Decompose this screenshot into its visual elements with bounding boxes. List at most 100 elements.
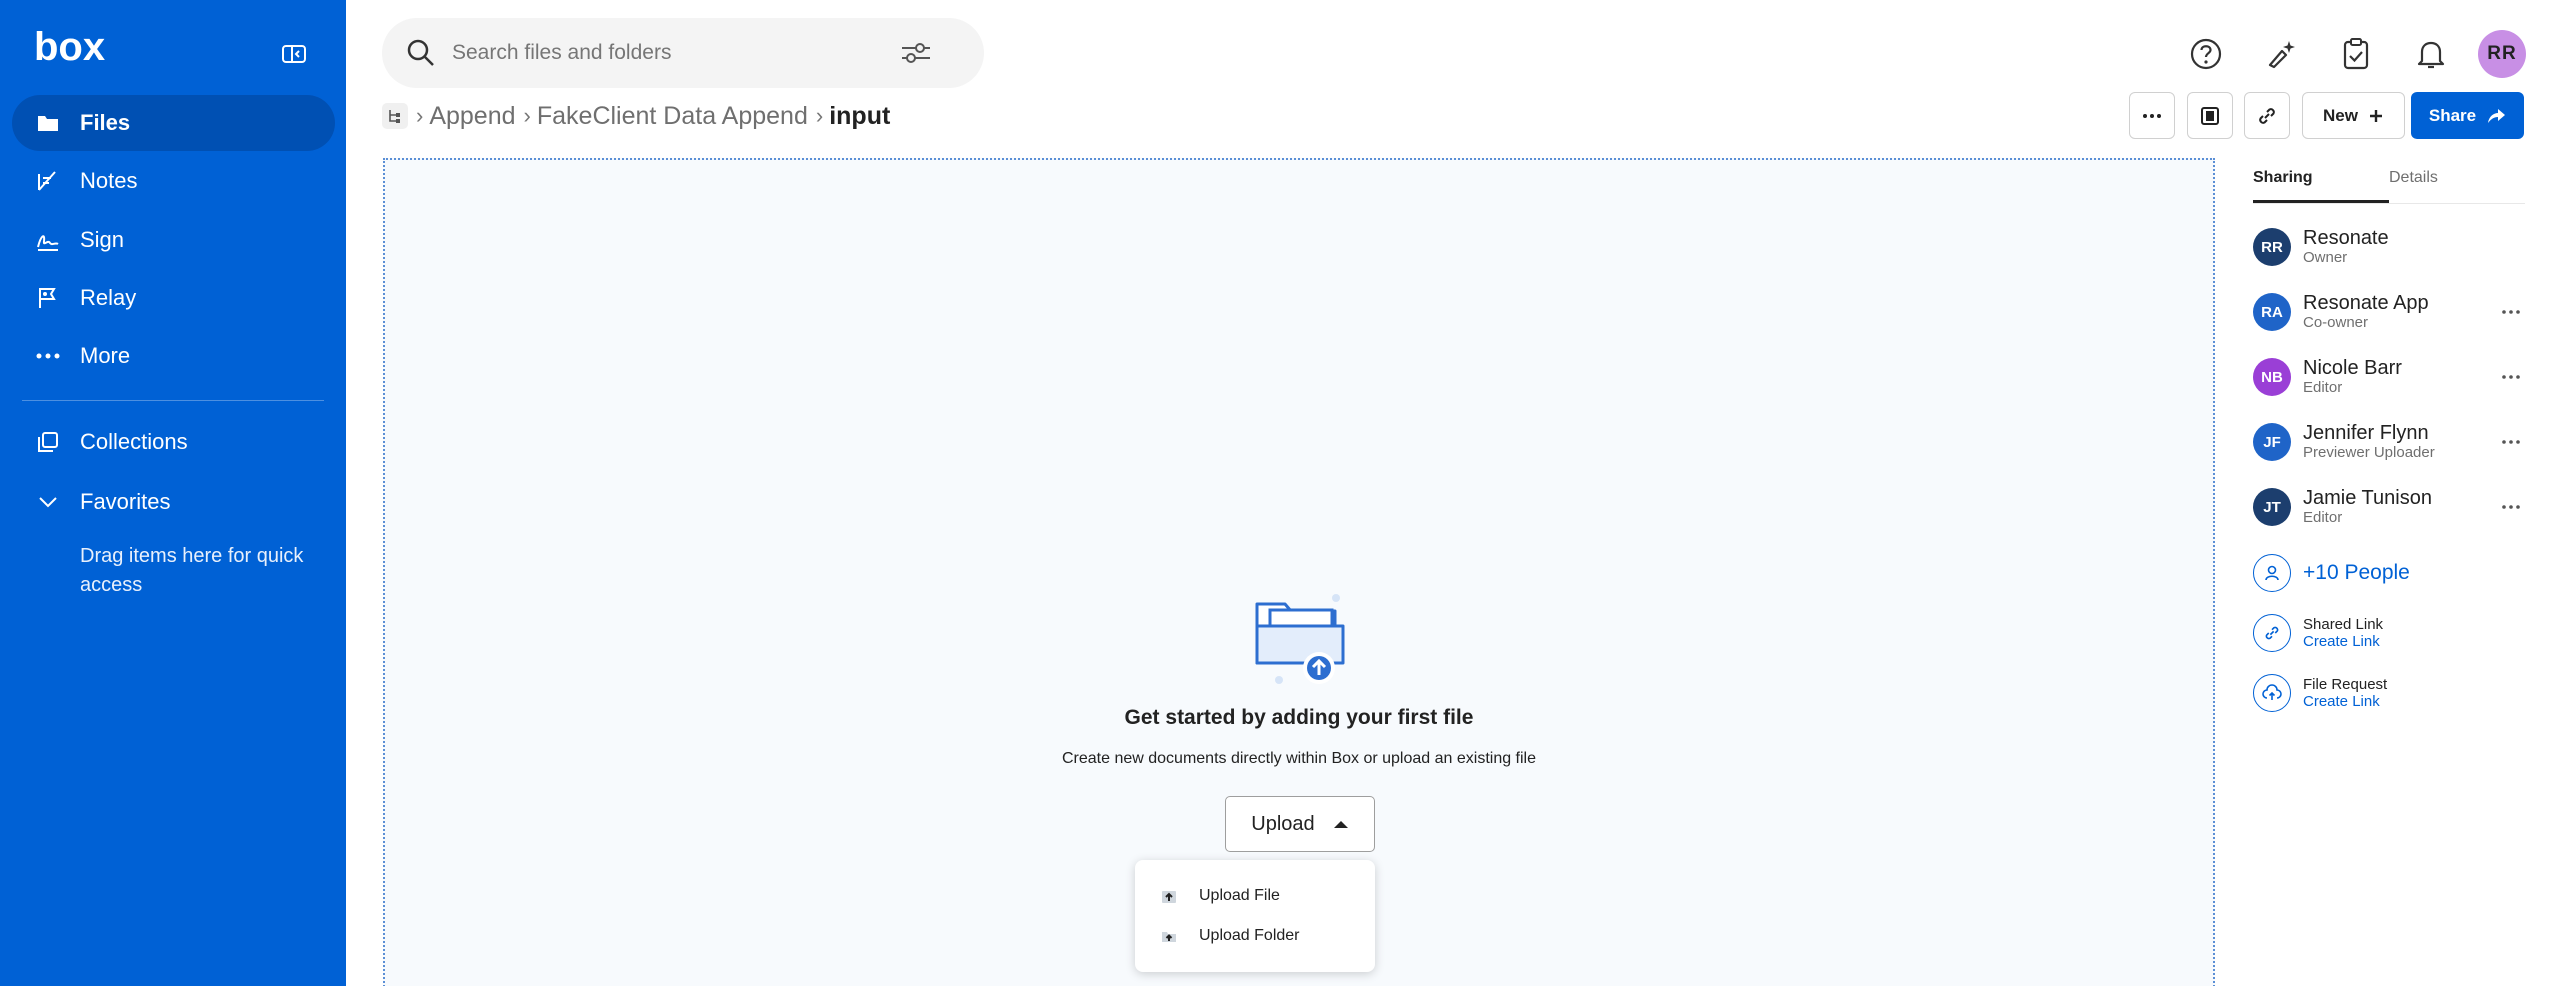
- breadcrumb-item-fakeclient[interactable]: FakeClient Data Append: [537, 102, 808, 131]
- collaborator-more-icon[interactable]: [2497, 302, 2525, 322]
- sidebar-item-collections[interactable]: Collections: [12, 414, 335, 470]
- chevron-down-icon: [34, 488, 62, 516]
- breadcrumb-current: input: [829, 101, 891, 130]
- cloud-upload-icon: [2253, 674, 2291, 712]
- more-people-row[interactable]: +10 People: [2253, 548, 2525, 598]
- collaborator-name: Resonate App: [2303, 292, 2429, 314]
- avatar: RR: [2253, 228, 2291, 266]
- favorites-hint: Drag items here for quick access: [80, 545, 304, 596]
- person-icon: [2253, 554, 2291, 592]
- notifications-bell-icon[interactable]: [2411, 34, 2451, 74]
- more-icon: [34, 342, 62, 370]
- collaborator-role: Co-owner: [2303, 314, 2369, 331]
- breadcrumb-item-append[interactable]: Append: [429, 102, 515, 131]
- collaborator-info: Jamie Tunison Editor: [2303, 487, 2497, 527]
- new-button-label: New: [2323, 105, 2358, 125]
- avatar: JT: [2253, 488, 2291, 526]
- caret-up-icon: [1333, 821, 1348, 828]
- avatar: JF: [2253, 423, 2291, 461]
- file-request-create[interactable]: Create Link: [2303, 693, 2525, 710]
- sidebar-item-more[interactable]: More: [12, 328, 335, 384]
- collaborator-row[interactable]: RR Resonate Owner: [2253, 222, 2525, 272]
- upload-folder-icon: [1161, 928, 1177, 944]
- chevron-right-icon: ›: [416, 103, 424, 128]
- chevron-right-icon: ›: [815, 103, 824, 128]
- empty-state-title: Get started by adding your first file: [1124, 706, 1474, 729]
- collaborator-info: Nicole Barr Editor: [2303, 357, 2497, 397]
- tab-details[interactable]: Details: [2389, 158, 2438, 203]
- collaborator-row[interactable]: JF Jennifer Flynn Previewer Uploader: [2253, 417, 2525, 467]
- sidebar: box Files Notes Sign Relay More Collecti…: [0, 0, 346, 986]
- collaborator-more-icon[interactable]: [2497, 497, 2525, 517]
- user-avatar[interactable]: RR: [2478, 30, 2526, 78]
- collaborator-more-icon[interactable]: [2497, 432, 2525, 452]
- more-people-link[interactable]: +10 People: [2303, 561, 2410, 585]
- collaborator-role: Owner: [2303, 249, 2348, 266]
- upload-dropdown-menu: Upload File Upload Folder: [1135, 860, 1375, 972]
- more-options-button[interactable]: [2129, 92, 2175, 139]
- shared-link-info: Shared Link Create Link: [2303, 616, 2525, 650]
- tab-sharing[interactable]: Sharing: [2253, 158, 2389, 203]
- filter-icon[interactable]: [900, 40, 932, 66]
- collaborator-row[interactable]: RA Resonate App Co-owner: [2253, 287, 2525, 337]
- search-icon: [407, 39, 434, 66]
- collections-add-button[interactable]: [2187, 92, 2233, 139]
- shared-link-row[interactable]: Shared Link Create Link: [2253, 608, 2525, 658]
- tasks-icon[interactable]: [2336, 34, 2376, 74]
- sidebar-item-label: Favorites: [80, 489, 171, 514]
- search-input[interactable]: [452, 41, 892, 65]
- sidebar-item-favorites[interactable]: Favorites: [12, 474, 335, 530]
- folder-tree-icon[interactable]: [382, 103, 408, 129]
- notes-icon: [34, 167, 62, 195]
- sidebar-item-files[interactable]: Files: [12, 95, 335, 151]
- collaborator-name: Resonate: [2303, 227, 2389, 249]
- share-button-label: Share: [2428, 105, 2477, 125]
- file-request-title: File Request: [2303, 676, 2388, 693]
- menu-item-upload-folder[interactable]: Upload Folder: [1135, 916, 1375, 956]
- svg-text:box: box: [34, 28, 105, 69]
- collaborator-role: Previewer Uploader: [2303, 444, 2435, 461]
- sidebar-item-label: More: [80, 343, 131, 368]
- collaborator-role: Editor: [2303, 379, 2343, 396]
- collaborator-more-icon[interactable]: [2497, 367, 2525, 387]
- link-icon: [2253, 614, 2291, 652]
- sidebar-item-label: Sign: [80, 227, 125, 252]
- share-button[interactable]: Share: [2411, 92, 2524, 139]
- collaborator-info: Jennifer Flynn Previewer Uploader: [2303, 422, 2497, 462]
- sidebar-item-label: Relay: [80, 285, 137, 310]
- new-button[interactable]: New: [2302, 92, 2405, 139]
- ai-sparkle-icon[interactable]: [2261, 34, 2301, 74]
- collapse-sidebar-icon[interactable]: [280, 42, 308, 66]
- upload-button[interactable]: Upload: [1225, 796, 1375, 852]
- menu-item-label: Upload File: [1199, 887, 1280, 904]
- add-to-collection-icon: [2201, 106, 2219, 125]
- collaborator-role: Editor: [2303, 509, 2343, 526]
- panel-tabs: Sharing Details: [2253, 158, 2525, 204]
- box-logo[interactable]: box: [34, 28, 106, 70]
- file-request-row[interactable]: File Request Create Link: [2253, 668, 2525, 718]
- ellipsis-icon: [2143, 113, 2161, 118]
- shared-link-create[interactable]: Create Link: [2303, 633, 2525, 650]
- sidebar-item-sign[interactable]: Sign: [12, 212, 335, 268]
- relay-icon: [34, 284, 62, 312]
- sidebar-item-relay[interactable]: Relay: [12, 270, 335, 326]
- folder-icon: [34, 109, 62, 137]
- chevron-right-icon: ›: [523, 103, 531, 128]
- sidebar-item-label: Collections: [80, 429, 188, 454]
- collaborator-row[interactable]: JT Jamie Tunison Editor: [2253, 482, 2525, 532]
- menu-item-upload-file[interactable]: Upload File: [1135, 876, 1375, 916]
- sidebar-divider: [22, 400, 324, 401]
- upload-button-label: Upload: [1251, 812, 1315, 835]
- upload-file-icon: [1161, 888, 1177, 904]
- collaborator-row[interactable]: NB Nicole Barr Editor: [2253, 352, 2525, 402]
- collaborator-name: Nicole Barr: [2303, 357, 2402, 379]
- empty-state-subtitle: Create new documents directly within Box…: [1061, 750, 1537, 767]
- shared-link-title: Shared Link: [2303, 616, 2384, 633]
- box-app: box Files Notes Sign Relay More Collecti…: [0, 0, 2560, 986]
- avatar: NB: [2253, 358, 2291, 396]
- upload-folder-illustration: [1255, 594, 1345, 684]
- help-icon[interactable]: [2186, 34, 2226, 74]
- copy-link-button[interactable]: [2244, 92, 2290, 139]
- sidebar-item-notes[interactable]: Notes: [12, 153, 335, 209]
- file-drop-zone[interactable]: Get started by adding your first file Cr…: [383, 158, 2215, 986]
